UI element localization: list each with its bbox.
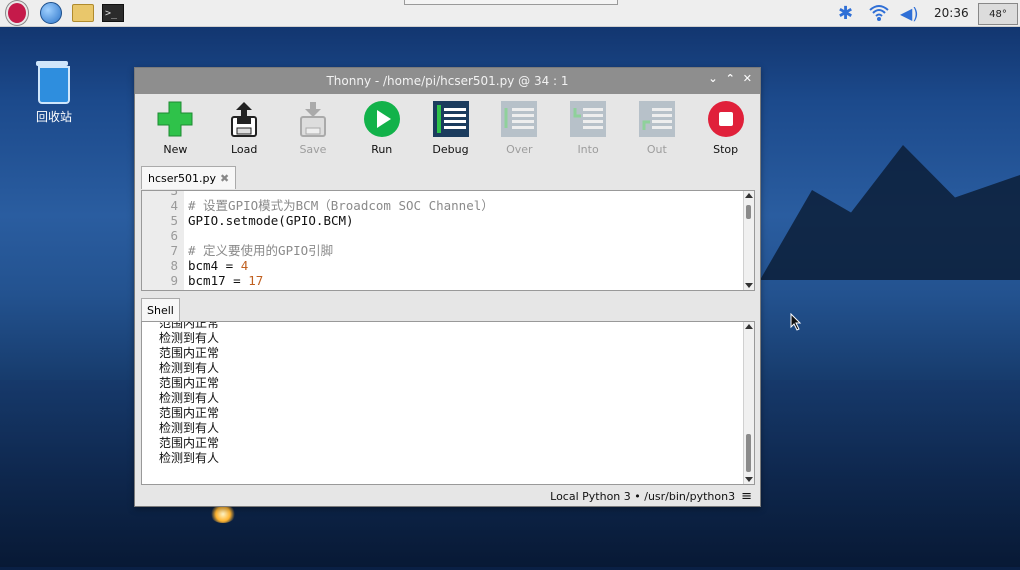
shell-line: 检测到有人 — [159, 421, 220, 435]
scroll-up-icon — [745, 324, 753, 329]
top-panel: >_ ✱ ◀) 20:36 48° — [0, 0, 1020, 27]
trash-label: 回收站 — [35, 110, 72, 124]
taskbar-window-button[interactable] — [404, 0, 618, 5]
step-over-icon — [500, 100, 538, 138]
shell-line: 范围内正常 — [159, 346, 220, 360]
stop-icon — [707, 100, 745, 138]
shell-scrollbar[interactable] — [743, 322, 754, 484]
code-editor[interactable]: 3 4 # 设置GPIO模式为BCM（Broadcom SOC Channel） … — [141, 190, 755, 291]
shell-line: 范围内正常 — [159, 406, 220, 420]
shell-output[interactable]: 范围内正常 检测到有人 范围内正常 检测到有人 范围内正常 检测到有人 范围内正… — [141, 321, 755, 485]
save-button[interactable]: Save — [279, 94, 348, 164]
scroll-down-icon — [745, 283, 753, 288]
scroll-down-icon — [745, 477, 753, 482]
cpu-temperature[interactable]: 48° — [978, 3, 1018, 25]
interpreter-selector[interactable]: Local Python 3 • /usr/bin/python3 — [550, 490, 735, 503]
run-button[interactable]: Run — [347, 94, 416, 164]
tab-shell[interactable]: Shell — [141, 298, 180, 321]
step-into-button[interactable]: Into — [554, 94, 623, 164]
raspberry-menu-icon[interactable] — [6, 1, 28, 25]
minimize-button[interactable]: ⌄ — [708, 72, 717, 85]
step-into-icon — [569, 100, 607, 138]
toolbar: New Load Save Run Debug Over Into Out St… — [135, 94, 760, 164]
step-out-icon — [638, 100, 676, 138]
wifi-icon[interactable] — [868, 0, 890, 26]
new-button[interactable]: New — [141, 94, 210, 164]
shell-line: 检测到有人 — [159, 391, 220, 405]
window-titlebar[interactable]: Thonny - /home/pi/hcser501.py @ 34 : 1 ⌄… — [135, 68, 760, 94]
load-icon — [225, 100, 263, 138]
scroll-thumb — [746, 434, 751, 472]
tab-hcser501[interactable]: hcser501.py ✖ — [141, 166, 237, 189]
step-out-button[interactable]: Out — [622, 94, 691, 164]
mountain-silhouette — [760, 145, 1020, 280]
debug-icon — [432, 100, 470, 138]
tab-label: hcser501.py — [148, 171, 217, 185]
trash-icon — [36, 61, 70, 104]
window-title: Thonny - /home/pi/hcser501.py @ 34 : 1 — [326, 74, 569, 88]
step-over-button[interactable]: Over — [485, 94, 554, 164]
scroll-thumb — [746, 205, 751, 219]
run-icon — [363, 100, 401, 138]
shell-line: 检测到有人 — [159, 451, 220, 465]
hamburger-menu-icon[interactable]: ≡ — [741, 489, 752, 504]
mouse-pointer-icon — [790, 313, 802, 331]
editor-scrollbar[interactable] — [743, 191, 754, 290]
web-browser-icon[interactable] — [40, 2, 62, 24]
editor-tabs: hcser501.py ✖ — [135, 164, 760, 189]
scroll-up-icon — [745, 193, 753, 198]
load-button[interactable]: Load — [210, 94, 279, 164]
lantern-glow — [210, 505, 236, 523]
shell-line: 范围内正常 — [159, 376, 220, 390]
clock[interactable]: 20:36 — [934, 0, 969, 26]
debug-button[interactable]: Debug — [416, 94, 485, 164]
file-manager-icon[interactable] — [72, 2, 94, 24]
shell-line: 范围内正常 — [159, 321, 220, 330]
desktop-trash[interactable]: 回收站 — [30, 61, 78, 125]
plus-icon — [156, 100, 194, 138]
close-tab-icon[interactable]: ✖ — [220, 172, 229, 185]
shell-line: 检测到有人 — [159, 361, 220, 375]
thonny-window: Thonny - /home/pi/hcser501.py @ 34 : 1 ⌄… — [134, 67, 761, 507]
stop-button[interactable]: Stop — [691, 94, 760, 164]
volume-icon[interactable]: ◀) — [900, 0, 919, 26]
status-bar: Local Python 3 • /usr/bin/python3 ≡ — [135, 486, 760, 506]
terminal-icon[interactable]: >_ — [102, 2, 124, 24]
shell-line: 范围内正常 — [159, 436, 220, 450]
close-button[interactable]: ✕ — [743, 72, 752, 85]
save-icon — [294, 100, 332, 138]
shell-line: 检测到有人 — [159, 331, 220, 345]
bluetooth-icon[interactable]: ✱ — [838, 0, 853, 26]
maximize-button[interactable]: ⌃ — [726, 72, 735, 85]
